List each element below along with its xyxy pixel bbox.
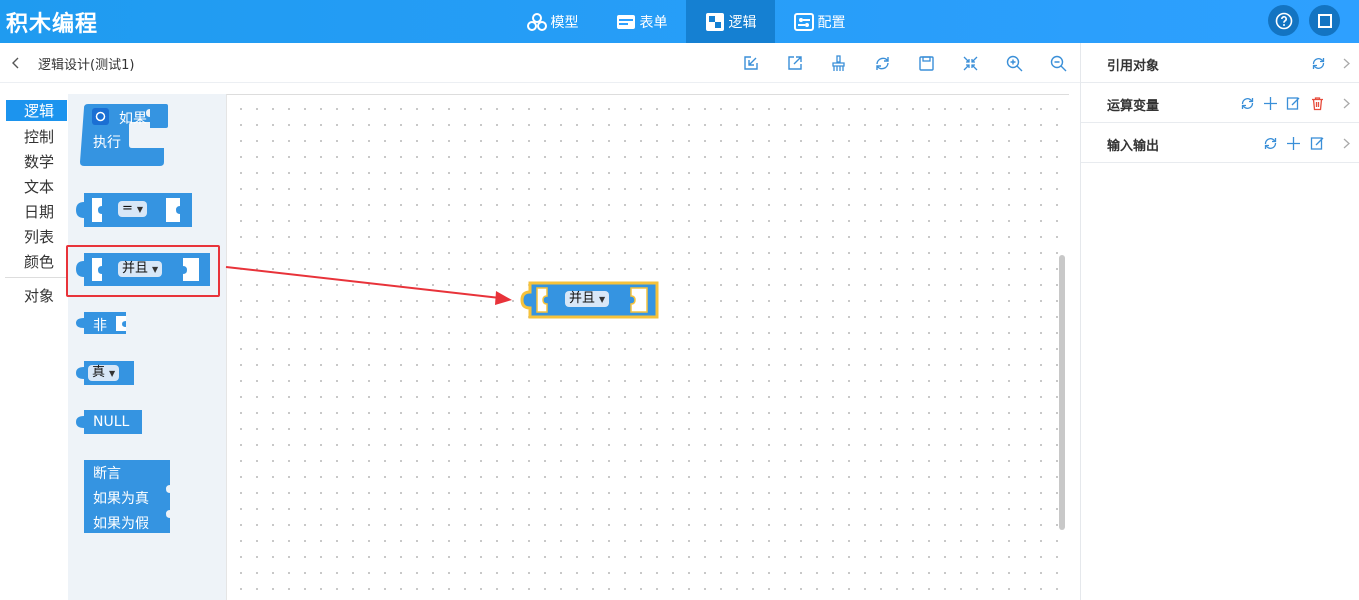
null-label: NULL: [93, 414, 130, 430]
boolean-value: 真: [92, 365, 106, 380]
if-false-label: 如果为假: [93, 516, 149, 532]
selection-highlight-box: [66, 245, 220, 297]
drag-arrow: [225, 266, 512, 305]
not-label: 非: [93, 318, 107, 334]
if-label: 如果: [119, 111, 147, 127]
dropdown-arrow-icon: ▼: [599, 295, 606, 304]
blocks-layer: [76, 104, 659, 533]
assert-label: 断言: [93, 466, 121, 482]
dropdown-arrow-icon: ▼: [136, 205, 144, 214]
placed-and-operator-dropdown[interactable]: 并且 ▼: [565, 291, 610, 307]
dropdown-arrow-icon: ▼: [109, 369, 116, 378]
compare-operator: =: [122, 201, 133, 216]
boolean-dropdown[interactable]: 真 ▼: [88, 365, 120, 381]
placed-and-operator: 并且: [569, 291, 596, 306]
compare-operator-dropdown[interactable]: = ▼: [118, 201, 148, 217]
if-true-label: 如果为真: [93, 491, 149, 507]
do-label: 执行: [93, 135, 121, 151]
